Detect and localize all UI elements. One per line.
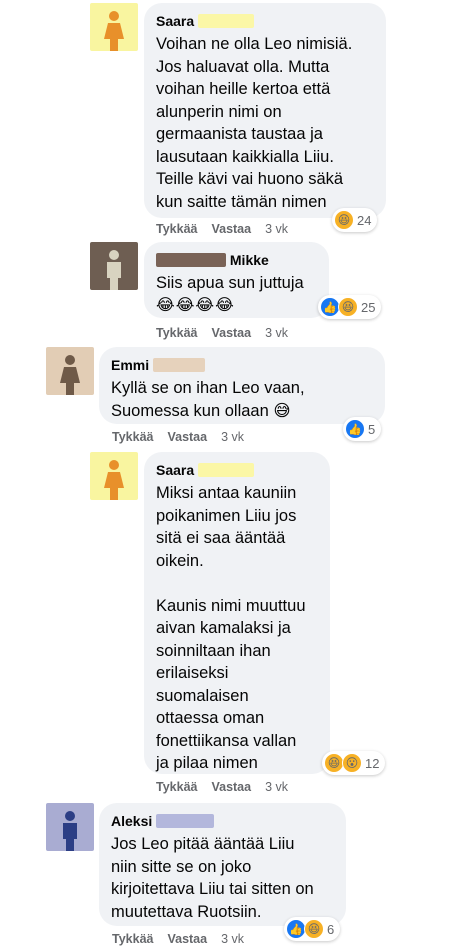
reaction-count: 24 <box>357 212 372 228</box>
reply-link[interactable]: Vastaa <box>211 222 251 236</box>
person-male-icon <box>107 250 121 290</box>
like-link[interactable]: Tykkää <box>112 430 153 444</box>
comment-timestamp[interactable]: 3 vk <box>265 780 288 794</box>
person-female-icon <box>104 460 124 500</box>
reply-link[interactable]: Vastaa <box>211 326 251 340</box>
reaction-summary[interactable]: 👍 😆 25 <box>318 295 382 319</box>
avatar[interactable] <box>90 452 138 500</box>
avatar[interactable] <box>46 347 94 395</box>
wow-reaction-icon: 😮 <box>342 753 362 773</box>
comment-bubble: Aleksi Jos Leo pitää ääntää Liiu niin si… <box>99 803 346 926</box>
reaction-count: 25 <box>361 299 376 315</box>
reaction-summary[interactable]: 👍 5 <box>343 417 382 441</box>
redacted-surname <box>153 358 206 372</box>
comment-actions: Tykkää Vastaa 3 vk <box>112 430 244 444</box>
comment-timestamp[interactable]: 3 vk <box>265 222 288 236</box>
comment-timestamp[interactable]: 3 vk <box>221 430 244 444</box>
comment-actions: Tykkää Vastaa 3 vk <box>156 326 288 340</box>
comment-text: Kyllä se on ihan Leo vaan, Suomessa kun … <box>111 377 373 422</box>
avatar[interactable] <box>90 3 138 51</box>
redacted-surname <box>198 14 255 28</box>
reaction-summary[interactable]: 👍 😆 6 <box>284 917 341 941</box>
comment-bubble: Saara Voihan ne olla Leo nimisiä. Jos ha… <box>144 3 386 218</box>
person-female-icon <box>104 11 124 51</box>
comment-timestamp[interactable]: 3 vk <box>221 932 244 946</box>
haha-reaction-icon: 😆 <box>324 753 344 773</box>
comment-emojis: 😅 <box>273 401 291 420</box>
haha-reaction-icon: 😆 <box>334 210 354 230</box>
comment-text: Siis apua sun juttuja <box>156 274 304 292</box>
person-female-icon <box>60 355 80 395</box>
reply-link[interactable]: Vastaa <box>167 932 207 946</box>
comment-bubble: Emmi Kyllä se on ihan Leo vaan, Suomessa… <box>99 347 385 424</box>
comment-bubble: Saara Miksi antaa kauniin poikanimen Lii… <box>144 452 330 774</box>
comment-author[interactable]: Mikke <box>156 251 317 269</box>
comment-actions: Tykkää Vastaa 3 vk <box>156 780 288 794</box>
like-reaction-icon: 👍 <box>320 297 340 317</box>
comment-author[interactable]: Aleksi <box>111 812 334 830</box>
comment-emojis: 😂😂😂😂 <box>156 296 235 314</box>
comment-bubble: Mikke Siis apua sun juttuja 😂😂😂😂 <box>144 242 329 318</box>
haha-reaction-icon: 😆 <box>304 919 324 939</box>
comment-text: Miksi antaa kauniin poikanimen Liiu jos … <box>156 484 306 772</box>
comment-actions: Tykkää Vastaa 3 vk <box>156 222 288 236</box>
reaction-summary[interactable]: 😆 24 <box>332 208 378 232</box>
avatar[interactable] <box>90 242 138 290</box>
like-link[interactable]: Tykkää <box>112 932 153 946</box>
redacted-surname <box>156 814 215 828</box>
reaction-count: 12 <box>365 755 380 771</box>
like-reaction-icon: 👍 <box>286 919 306 939</box>
person-male-icon <box>63 811 77 851</box>
like-link[interactable]: Tykkää <box>156 780 197 794</box>
reply-link[interactable]: Vastaa <box>167 430 207 444</box>
like-link[interactable]: Tykkää <box>156 326 197 340</box>
like-reaction-icon: 👍 <box>345 419 365 439</box>
comment-author[interactable]: Saara <box>156 12 374 30</box>
comment-text: Jos Leo pitää ääntää Liiu niin sitte se … <box>111 835 314 921</box>
redacted-first-name <box>156 253 226 267</box>
comment-timestamp[interactable]: 3 vk <box>265 326 288 340</box>
comment-author[interactable]: Emmi <box>111 356 373 374</box>
comment-text: Voihan ne olla Leo nimisiä. Jos haluavat… <box>156 35 353 211</box>
reaction-count: 5 <box>368 421 376 437</box>
redacted-surname <box>198 463 255 477</box>
like-link[interactable]: Tykkää <box>156 222 197 236</box>
comment-actions: Tykkää Vastaa 3 vk <box>112 932 244 946</box>
reaction-count: 6 <box>327 921 335 937</box>
comment-author[interactable]: Saara <box>156 461 318 479</box>
haha-reaction-icon: 😆 <box>338 297 358 317</box>
reaction-summary[interactable]: 😆 😮 12 <box>322 751 386 775</box>
avatar[interactable] <box>46 803 94 851</box>
reply-link[interactable]: Vastaa <box>211 780 251 794</box>
